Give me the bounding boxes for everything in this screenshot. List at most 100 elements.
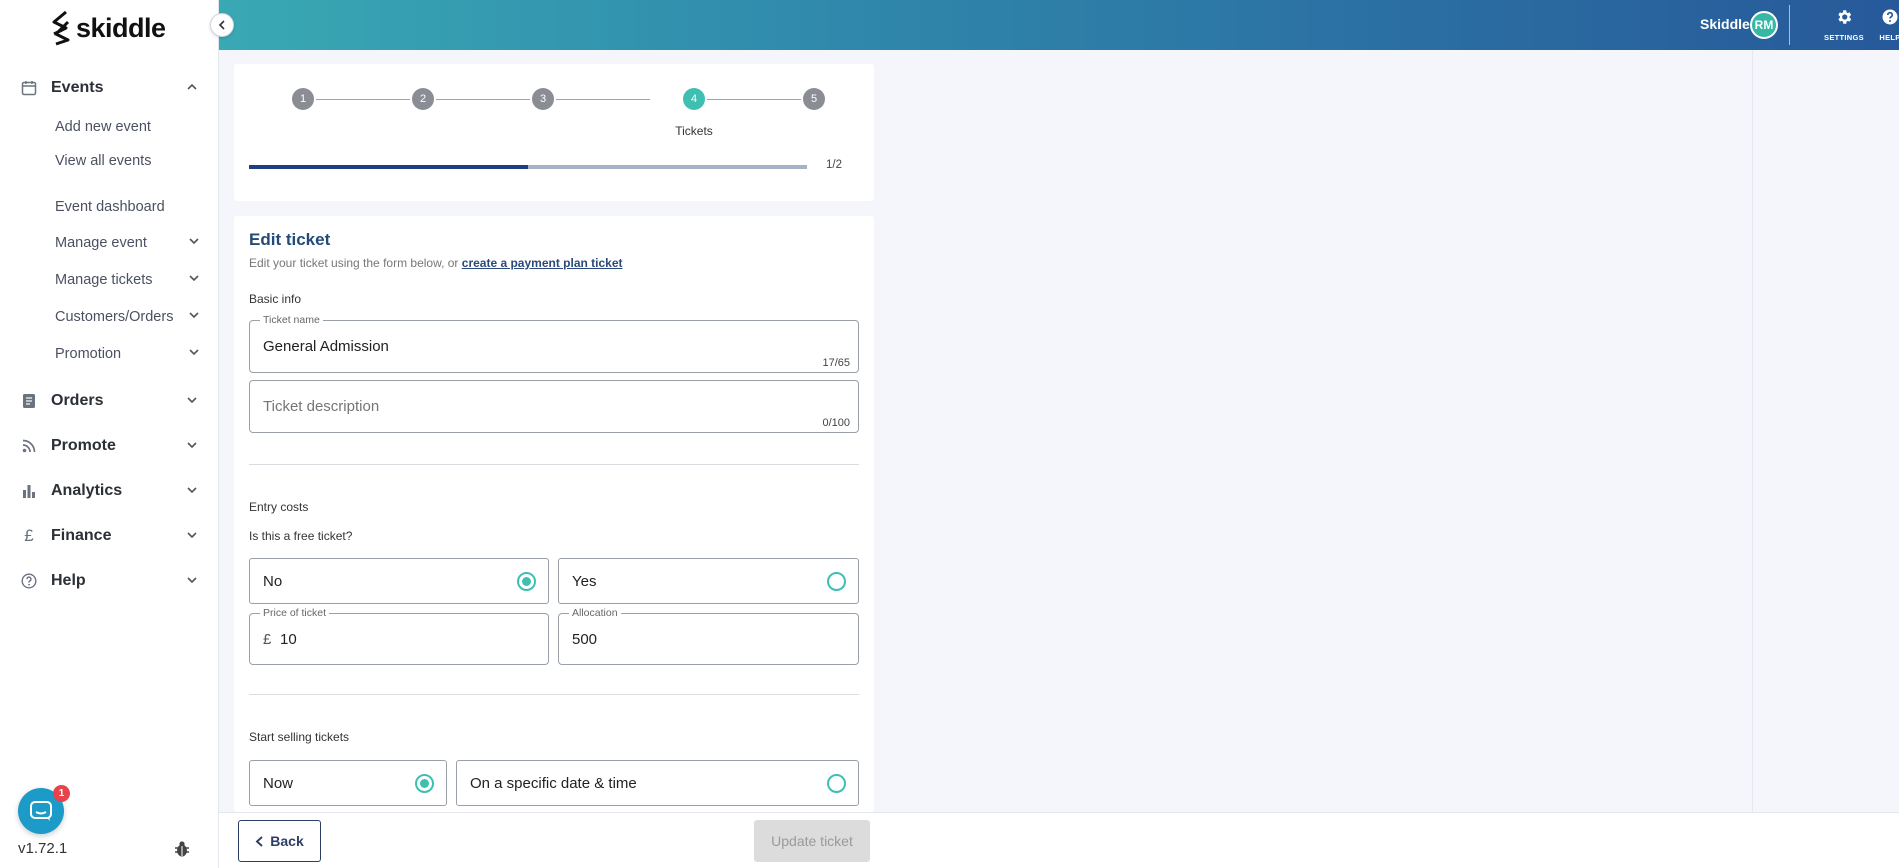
sidebar-subitem-label: Customers/Orders bbox=[55, 308, 174, 325]
chevron-up-icon bbox=[187, 83, 197, 90]
free-ticket-no-option[interactable]: No bbox=[249, 558, 549, 604]
sidebar-subitem-promotion[interactable]: Promotion bbox=[0, 335, 218, 372]
form-description-text: Edit your ticket using the form below, o… bbox=[249, 256, 462, 270]
sidebar-subitem-manage-event[interactable]: Manage event bbox=[0, 224, 218, 261]
avatar[interactable]: RM bbox=[1750, 11, 1778, 39]
chevron-down-icon bbox=[187, 442, 197, 449]
allocation-value[interactable]: 500 bbox=[572, 631, 597, 648]
basic-info-label: Basic info bbox=[249, 292, 302, 306]
sidebar-subitem-label: View all events bbox=[55, 153, 152, 169]
sidebar-item-events[interactable]: Events bbox=[0, 70, 218, 106]
pound-icon: £ bbox=[24, 525, 34, 545]
sidebar-nav: Events Add new event View all events Eve… bbox=[0, 70, 218, 603]
ticket-price-field[interactable]: Price of ticket £ 10 bbox=[249, 607, 549, 665]
sidebar-subitem-event-dashboard[interactable]: Event dashboard bbox=[0, 190, 218, 224]
ticket-description-field[interactable]: Ticket description 0/100 bbox=[249, 380, 859, 433]
settings-button[interactable]: SETTINGS bbox=[1824, 8, 1864, 42]
step-5[interactable]: 5 bbox=[803, 88, 825, 110]
step-2[interactable]: 2 bbox=[412, 88, 434, 110]
skiddle-logo-icon bbox=[52, 10, 70, 46]
step-connector bbox=[316, 99, 410, 100]
ticket-description-placeholder[interactable]: Ticket description bbox=[263, 398, 379, 415]
radio-checked[interactable] bbox=[517, 572, 536, 591]
sidebar-item-analytics[interactable]: Analytics bbox=[0, 468, 218, 513]
help-circle-icon bbox=[1882, 9, 1898, 25]
bar-chart-icon bbox=[20, 482, 38, 500]
question-circle-icon bbox=[20, 572, 38, 590]
chevron-left-icon bbox=[255, 835, 263, 847]
help-button[interactable]: HELP bbox=[1870, 8, 1899, 42]
step-progress-card: 1 2 3 4 5 Tickets 1/2 bbox=[234, 64, 874, 201]
edit-ticket-form: Edit ticket Edit your ticket using the f… bbox=[234, 216, 874, 812]
chevron-down-icon bbox=[187, 532, 197, 539]
sidebar-item-label: Orders bbox=[51, 391, 104, 409]
chevron-down-icon bbox=[187, 397, 197, 404]
create-payment-plan-link[interactable]: create a payment plan ticket bbox=[462, 256, 623, 270]
skiddle-logo[interactable]: skiddle bbox=[50, 10, 166, 46]
sell-specific-date-option[interactable]: On a specific date & time bbox=[456, 760, 859, 806]
main-content: 1 2 3 4 5 Tickets 1/2 Edit ticket Edit y… bbox=[219, 50, 1752, 812]
step-3[interactable]: 3 bbox=[532, 88, 554, 110]
ticket-price-value[interactable]: 10 bbox=[280, 631, 297, 648]
radio-unchecked[interactable] bbox=[827, 774, 846, 793]
update-ticket-button[interactable]: Update ticket bbox=[754, 820, 870, 862]
ticket-name-counter: 17/65 bbox=[822, 357, 850, 369]
radio-unchecked[interactable] bbox=[827, 572, 846, 591]
bug-report-icon[interactable] bbox=[174, 840, 190, 858]
radio-checked[interactable] bbox=[415, 774, 434, 793]
ticket-description-counter: 0/100 bbox=[822, 417, 850, 429]
document-icon bbox=[20, 392, 38, 410]
sidebar-subitem-label: Manage tickets bbox=[55, 271, 153, 288]
allocation-field[interactable]: Allocation 500 bbox=[558, 607, 859, 665]
sidebar-item-label: Analytics bbox=[51, 481, 123, 499]
app-version: v1.72.1 bbox=[18, 840, 68, 857]
sidebar: skiddle Events Add new event View all ev… bbox=[0, 0, 219, 868]
chevron-down-icon bbox=[189, 238, 199, 245]
start-selling-label: Start selling tickets bbox=[249, 730, 350, 744]
top-header: Skiddle RM SETTINGS HELP bbox=[219, 0, 1899, 50]
action-footer: Back Update ticket bbox=[219, 812, 1899, 868]
free-ticket-question: Is this a free ticket? bbox=[249, 529, 353, 543]
chevron-down-icon bbox=[187, 577, 197, 584]
collapse-sidebar-button[interactable] bbox=[210, 13, 234, 37]
ticket-name-field[interactable]: Ticket name General Admission 17/65 bbox=[249, 314, 859, 373]
sidebar-subitem-label: Event dashboard bbox=[55, 199, 165, 215]
sidebar-subitem-label: Promotion bbox=[55, 345, 122, 362]
sidebar-item-help[interactable]: Help bbox=[0, 558, 218, 603]
progress-bar bbox=[249, 165, 807, 169]
gear-icon bbox=[1838, 10, 1852, 24]
sidebar-subitem-customers-orders[interactable]: Customers/Orders bbox=[0, 298, 218, 335]
progress-bar-fill bbox=[249, 165, 528, 169]
chat-notification-badge: 1 bbox=[53, 785, 70, 802]
account-name[interactable]: Skiddle bbox=[1700, 16, 1750, 32]
sidebar-item-label: Promote bbox=[51, 436, 116, 454]
settings-label: SETTINGS bbox=[1824, 33, 1864, 42]
step-4-active[interactable]: 4 bbox=[683, 88, 705, 110]
step-connector bbox=[556, 99, 650, 100]
chat-icon bbox=[30, 801, 52, 821]
sidebar-subitem-manage-tickets[interactable]: Manage tickets bbox=[0, 261, 218, 298]
chevron-down-icon bbox=[187, 487, 197, 494]
sidebar-item-promote[interactable]: Promote bbox=[0, 423, 218, 468]
sidebar-subitem-view-all-events[interactable]: View all events bbox=[0, 144, 218, 178]
sidebar-item-finance[interactable]: £ Finance bbox=[0, 513, 218, 558]
ticket-name-value[interactable]: General Admission bbox=[263, 338, 389, 355]
ticket-price-legend: Price of ticket bbox=[260, 607, 330, 619]
back-button[interactable]: Back bbox=[238, 820, 321, 862]
sidebar-subitem-add-new-event[interactable]: Add new event bbox=[0, 110, 218, 144]
free-ticket-yes-option[interactable]: Yes bbox=[558, 558, 859, 604]
option-label: Yes bbox=[572, 573, 597, 590]
step-1[interactable]: 1 bbox=[292, 88, 314, 110]
form-description: Edit your ticket using the form below, o… bbox=[249, 256, 623, 270]
active-step-caption: Tickets bbox=[675, 124, 713, 138]
sell-now-option[interactable]: Now bbox=[249, 760, 447, 806]
currency-symbol: £ bbox=[263, 631, 272, 648]
help-label: HELP bbox=[1879, 33, 1899, 42]
calendar-icon bbox=[20, 79, 38, 97]
sidebar-item-orders[interactable]: Orders bbox=[0, 378, 218, 423]
step-connector bbox=[436, 99, 530, 100]
rss-icon bbox=[20, 437, 38, 455]
header-divider bbox=[1789, 5, 1790, 45]
right-panel bbox=[1752, 50, 1899, 812]
entry-costs-label: Entry costs bbox=[249, 500, 309, 514]
